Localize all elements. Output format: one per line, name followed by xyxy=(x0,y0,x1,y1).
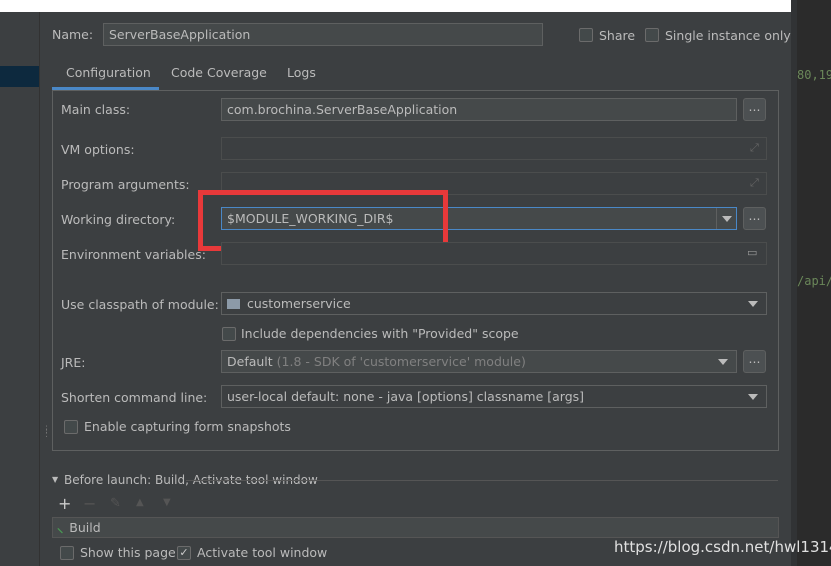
chevron-down-icon xyxy=(748,394,758,400)
shorten-command-line-label: Shorten command line: xyxy=(61,390,208,405)
include-provided-checkbox[interactable] xyxy=(222,327,236,341)
edit-icon[interactable]: ✎ xyxy=(110,496,121,511)
chevron-down-icon xyxy=(718,359,728,365)
show-page-label: Show this page xyxy=(80,545,176,560)
divider xyxy=(186,480,778,481)
single-instance-checkbox[interactable] xyxy=(645,28,659,42)
vm-options-input[interactable] xyxy=(221,137,767,160)
program-arguments-label: Program arguments: xyxy=(61,177,190,192)
splitter-handle[interactable]: ⋮ ⋮ xyxy=(42,426,51,439)
form-snapshots-label: Enable capturing form snapshots xyxy=(84,419,291,434)
include-provided-label: Include dependencies with "Provided" sco… xyxy=(241,326,519,341)
form-snapshots-checkbox[interactable] xyxy=(64,420,78,434)
jre-select[interactable]: Default (1.8 - SDK of 'customerservice' … xyxy=(221,350,737,373)
jre-hint: (1.8 - SDK of 'customerservice' module) xyxy=(276,354,526,369)
environment-variables-label: Environment variables: xyxy=(61,247,206,262)
move-up-icon[interactable]: ▲ xyxy=(136,497,144,508)
classpath-module-select[interactable]: customerservice xyxy=(221,292,767,315)
share-checkbox[interactable] xyxy=(579,28,593,42)
classpath-module-label: Use classpath of module: xyxy=(61,297,219,312)
jre-browse-button[interactable]: ... xyxy=(743,350,766,373)
activate-tool-window-label: Activate tool window xyxy=(197,545,328,560)
watermark: https://blog.csdn.net/hwl1314 xyxy=(614,538,831,556)
config-tree-sidebar xyxy=(0,12,40,566)
single-instance-label: Single instance only xyxy=(665,28,791,43)
show-page-checkbox[interactable] xyxy=(60,546,74,560)
tab-configuration[interactable]: Configuration xyxy=(52,64,159,90)
folder-icon[interactable]: ▭ xyxy=(747,246,757,259)
working-directory-browse-button[interactable]: ... xyxy=(743,207,766,230)
main-class-label: Main class: xyxy=(61,102,131,117)
working-directory-label: Working directory: xyxy=(61,212,176,227)
code-line: /api/ xyxy=(797,274,831,288)
vm-options-label: VM options: xyxy=(61,142,135,157)
tab-code-coverage[interactable]: Code Coverage xyxy=(171,64,267,90)
name-input[interactable]: ServerBaseApplication xyxy=(103,23,543,46)
share-label: Share xyxy=(599,28,636,43)
before-launch-item[interactable]: ⸜ Build xyxy=(52,517,779,538)
expand-icon[interactable]: ⤢ xyxy=(750,176,759,190)
collapse-triangle-icon[interactable]: ▼ xyxy=(52,475,58,484)
code-editor: 80,19 /api/ xyxy=(791,0,831,566)
environment-variables-input[interactable] xyxy=(221,242,767,265)
jre-value: Default xyxy=(227,354,273,369)
title-strip xyxy=(0,0,791,12)
remove-icon[interactable]: − xyxy=(83,494,96,513)
add-icon[interactable]: + xyxy=(58,494,71,513)
build-hammer-icon: ⸜ xyxy=(57,520,64,535)
tab-logs[interactable]: Logs xyxy=(287,64,316,90)
chevron-down-icon xyxy=(722,216,732,222)
selected-config-item[interactable] xyxy=(0,66,39,87)
main-class-input[interactable]: com.brochina.ServerBaseApplication xyxy=(221,98,737,121)
jre-label: JRE: xyxy=(61,355,86,370)
build-label: Build xyxy=(69,520,101,535)
classpath-module-value: customerservice xyxy=(247,296,351,311)
move-down-icon[interactable]: ▼ xyxy=(163,497,171,508)
activate-tool-window-checkbox[interactable]: ✓ xyxy=(177,546,191,560)
working-directory-dropdown[interactable] xyxy=(716,208,736,229)
name-label: Name: xyxy=(52,27,94,42)
shorten-command-line-value: user-local default: none - java [options… xyxy=(227,389,585,404)
module-folder-icon xyxy=(227,298,240,309)
expand-icon[interactable]: ⤢ xyxy=(750,141,759,155)
chevron-down-icon xyxy=(748,301,758,307)
code-line: 80,19 xyxy=(797,68,831,82)
main-class-browse-button[interactable]: ... xyxy=(743,98,766,121)
shorten-command-line-select[interactable]: user-local default: none - java [options… xyxy=(221,385,767,408)
